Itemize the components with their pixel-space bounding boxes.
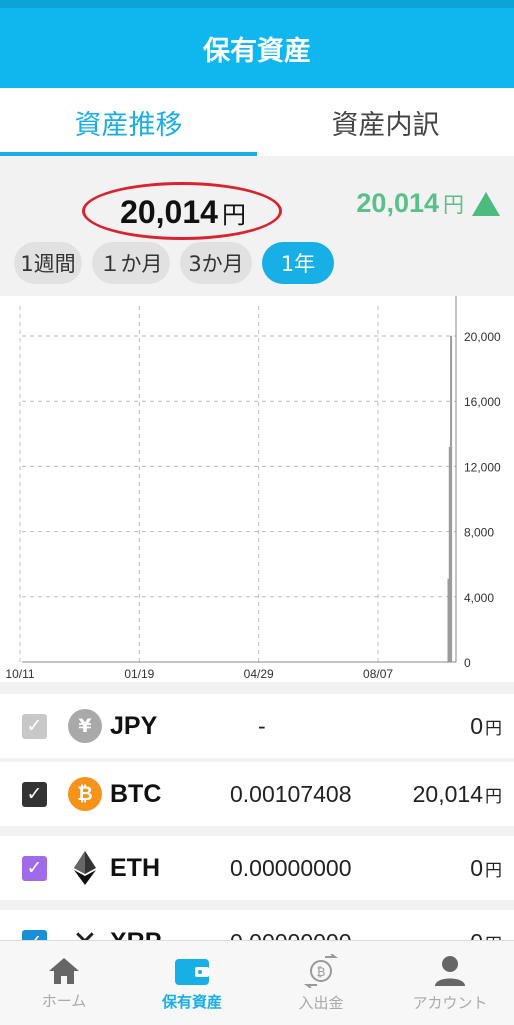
- asset-symbol: ETH: [110, 853, 160, 882]
- nav-account-label: アカウント: [412, 993, 488, 1012]
- asset-value-currency: 円: [485, 786, 502, 806]
- period-selector: 1週間 １か月 3か月 1年: [14, 242, 334, 284]
- x-tick-label: 01/19: [124, 667, 154, 681]
- asset-symbol: BTC: [110, 779, 162, 808]
- asset-change-value: 20,014: [356, 188, 439, 218]
- bitcoin-icon: ₿: [68, 777, 102, 811]
- eth-checkbox[interactable]: ✓: [22, 855, 47, 881]
- wallet-icon: [175, 958, 209, 985]
- asset-quantity: -: [258, 712, 266, 739]
- asset-row-eth[interactable]: ✓ ETH 0.00000000 0円: [0, 836, 514, 900]
- x-tick-label: 08/07: [363, 667, 393, 681]
- period-3month-button[interactable]: 3か月: [180, 242, 252, 284]
- y-tick-label: 0: [464, 656, 471, 670]
- asset-list: ✓ ¥ JPY - 0円 ✓ ₿ BTC 0.00107408 20,014 円 …: [0, 682, 514, 940]
- y-tick-label: 12,000: [464, 460, 501, 474]
- nav-home-label: ホーム: [41, 991, 87, 1010]
- x-tick-label: 04/29: [244, 667, 274, 681]
- x-tick-label: 10/11: [5, 667, 34, 681]
- asset-value-amount: 0: [470, 929, 483, 941]
- chart-grid: [19, 306, 456, 662]
- asset-value-amount: 20,014: [412, 780, 483, 807]
- up-arrow-icon: [472, 191, 500, 216]
- asset-quantity: 0.00107408: [230, 780, 352, 807]
- asset-quantity: 0.00000000: [230, 929, 352, 941]
- period-1month-button[interactable]: １か月: [92, 242, 170, 284]
- account-icon: [435, 955, 465, 986]
- ethereum-icon: [68, 851, 102, 885]
- asset-value-amount: 0: [470, 712, 483, 739]
- nav-transfer-label: 入出金: [298, 993, 344, 1012]
- svg-text:₿: ₿: [317, 965, 326, 979]
- nav-account[interactable]: アカウント: [386, 941, 514, 1025]
- nav-holdings[interactable]: 保有資産: [128, 941, 256, 1025]
- tab-asset-breakdown[interactable]: 資産内訳: [257, 88, 514, 156]
- transfer-icon: ₿: [304, 953, 338, 988]
- period-1week-button[interactable]: 1週間: [14, 242, 82, 284]
- page-title: 保有資産: [0, 8, 514, 88]
- asset-value: 0円: [470, 855, 502, 882]
- chart-canvas: 0 4,000 8,000 12,000 16,000 20,000 10/11 01/19 0…: [5, 296, 501, 681]
- nav-transfer[interactable]: ₿ 入出金: [257, 941, 385, 1025]
- asset-value-amount: 0: [470, 854, 483, 881]
- bottom-navigation: ホーム 保有資産 ₿ 入出金 アカウント: [0, 940, 514, 1025]
- home-icon: [49, 957, 79, 984]
- asset-value: 0円: [470, 929, 502, 941]
- asset-quantity: 0.00000000: [230, 854, 352, 881]
- xrp-icon: ✕: [68, 925, 102, 941]
- jpy-checkbox[interactable]: ✓: [22, 713, 47, 739]
- y-tick-label: 20,000: [464, 330, 501, 344]
- asset-value: 20,014 円: [413, 781, 502, 808]
- y-tick-label: 4,000: [464, 591, 494, 605]
- y-tick-label: 16,000: [464, 395, 501, 409]
- chart-bar: [450, 335, 453, 662]
- tab-asset-history[interactable]: 資産推移: [0, 88, 257, 156]
- period-1year-button[interactable]: 1年: [262, 242, 334, 284]
- asset-value-currency: 円: [485, 860, 502, 880]
- btc-checkbox[interactable]: ✓: [22, 781, 47, 807]
- yen-coin-icon: ¥: [68, 709, 102, 743]
- asset-symbol: JPY: [110, 711, 158, 740]
- y-tick-label: 8,000: [464, 526, 494, 540]
- asset-row-jpy[interactable]: ✓ ¥ JPY - 0円: [0, 694, 514, 758]
- nav-holdings-label: 保有資産: [161, 992, 222, 1011]
- xrp-checkbox[interactable]: ✓: [22, 929, 47, 940]
- asset-row-btc[interactable]: ✓ ₿ BTC 0.00107408 20,014 円: [0, 762, 514, 826]
- asset-change: 20,014 円: [356, 188, 500, 219]
- asset-history-chart: 0 4,000 8,000 12,000 16,000 20,000 10/11 01/19 0…: [0, 296, 514, 682]
- tab-bar: 資産推移 資産内訳: [0, 88, 514, 156]
- asset-value: 0円: [470, 713, 502, 740]
- highlight-circle: [82, 182, 282, 240]
- asset-change-currency: 円: [443, 192, 464, 217]
- chart-axes: 0 4,000 8,000 12,000 16,000 20,000 10/11 01/19 0…: [5, 296, 501, 681]
- chart-bars: [447, 335, 453, 662]
- status-bar: [0, 0, 514, 8]
- nav-home[interactable]: ホーム: [0, 941, 128, 1025]
- asset-row-xrp[interactable]: ✓ ✕ XRP 0.00000000 0円: [0, 910, 514, 940]
- asset-symbol: XRP: [110, 928, 161, 941]
- ethereum-glyph: [74, 851, 96, 885]
- asset-value-currency: 円: [485, 718, 502, 738]
- asset-summary: 20,014 円 20,014 円 1週間 １か月 3か月 1年: [0, 156, 514, 296]
